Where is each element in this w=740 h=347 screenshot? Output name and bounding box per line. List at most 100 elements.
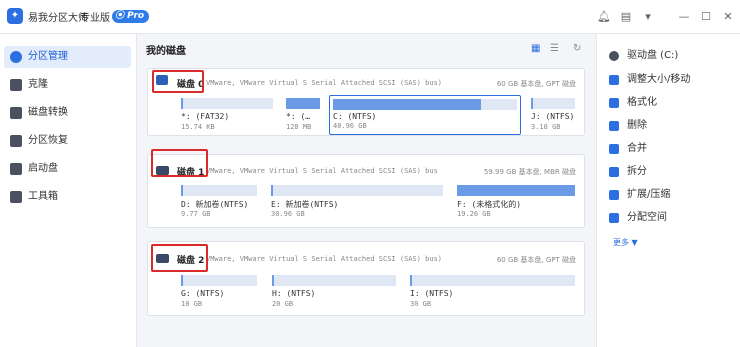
- disk-card-1[interactable]: 磁盘 1 VMware, VMware Virtual S Serial Att…: [147, 154, 585, 228]
- partition-size: 30.96 GB: [271, 210, 305, 218]
- partition-name: F: (未格式化的): [457, 200, 522, 209]
- pro-badge: ⦿ Pro: [112, 10, 150, 23]
- resize-move-button[interactable]: 调整大小/移动: [609, 72, 690, 88]
- sidebar-item-boot-disk[interactable]: 启动盘: [4, 158, 131, 180]
- sidebar-item-partition-recovery[interactable]: 分区恢复: [4, 130, 131, 152]
- maximize-icon[interactable]: ☐: [699, 10, 713, 24]
- partition-name: G: (NTFS): [181, 289, 225, 298]
- disk-description: VMware, VMware Virtual S Serial Attached…: [206, 167, 438, 175]
- trash-icon: [609, 121, 619, 131]
- more-actions-link[interactable]: 更多 ▼: [613, 237, 638, 248]
- annotation-highlight-disk-1: [151, 149, 208, 177]
- disk-card-0[interactable]: 磁盘 0 VMware, VMware Virtual S Serial Att…: [147, 68, 585, 136]
- partition-name: C: (NTFS): [333, 112, 377, 121]
- clone-icon: [10, 79, 22, 91]
- partition-name: J: (NTFS): [531, 112, 575, 121]
- partition-size: 9.77 GB: [181, 210, 211, 218]
- partition-bar: [181, 185, 257, 196]
- split-icon: [609, 167, 619, 177]
- partition-block[interactable]: F: (未格式化的) 19.26 GB: [457, 185, 575, 221]
- minimize-icon[interactable]: —: [677, 10, 691, 24]
- title-bar: ✦ 易我分区大师 专业版 ⦿ Pro 🔔︎ ▤ ▾ — ☐ ✕: [0, 0, 740, 34]
- selected-drive-label: 驱动盘 (C:): [609, 48, 678, 64]
- partition-used-fill: [457, 185, 575, 196]
- page-title: 我的磁盘: [146, 46, 186, 57]
- sidebar-item-partition-manager[interactable]: 分区管理: [4, 46, 131, 68]
- format-button[interactable]: 格式化: [609, 95, 657, 111]
- partition-size: 3.18 GB: [531, 123, 561, 131]
- partition-block[interactable]: *: (… 128 MB: [286, 98, 320, 134]
- partition-bar: [271, 185, 443, 196]
- partition-size: 40.96 GB: [333, 122, 367, 130]
- split-button[interactable]: 拆分: [609, 164, 647, 180]
- delete-button[interactable]: 删除: [609, 118, 647, 134]
- partition-name: E: 新加卷(NTFS): [271, 200, 339, 209]
- drive-icon: [609, 51, 619, 61]
- partition-block-selected[interactable]: C: (NTFS) 40.96 GB: [329, 95, 521, 135]
- disk-card-2[interactable]: 磁盘 2 VMware, VMware Virtual S Serial Att…: [147, 241, 585, 316]
- sidebar-item-toolbox[interactable]: 工具箱: [4, 186, 131, 208]
- partition-size: 15.74 KB: [181, 123, 215, 131]
- sidebar-item-label: 磁盘转换: [28, 107, 68, 118]
- sidebar-item-label: 启动盘: [28, 163, 58, 174]
- partition-block[interactable]: H: (NTFS) 20 GB: [272, 275, 396, 311]
- disk-description: VMware, VMware Virtual S Serial Attached…: [206, 255, 443, 263]
- pro-badge-label: Pro: [127, 11, 145, 21]
- partition-bar: [272, 275, 396, 286]
- sidebar-item-disk-convert[interactable]: 磁盘转换: [4, 102, 131, 124]
- sidebar-item-label: 克隆: [28, 79, 48, 90]
- resize-icon: [609, 75, 619, 85]
- partition-size: 19.26 GB: [457, 210, 491, 218]
- format-icon: [609, 98, 619, 108]
- boot-disk-icon: [10, 163, 22, 175]
- partition-used-fill: [410, 275, 412, 286]
- disk-meta: 60 GB 基本盘, GPT 磁盘: [496, 80, 576, 88]
- sidebar: 分区管理 克隆 磁盘转换 分区恢复 启动盘 工具箱: [0, 34, 137, 347]
- extend-icon: [609, 190, 619, 200]
- partition-used-fill: [272, 275, 274, 286]
- convert-icon: [10, 107, 22, 119]
- note-icon[interactable]: ▤: [619, 10, 633, 24]
- partition-used-fill: [531, 98, 533, 109]
- partition-bar: [410, 275, 575, 286]
- extend-shrink-button[interactable]: 扩展/压缩: [609, 187, 670, 203]
- partition-name: D: 新加卷(NTFS): [181, 200, 249, 209]
- partition-used-fill: [271, 185, 273, 196]
- disk-meta: 59.99 GB 基本盘, MBR 磁盘: [483, 168, 576, 176]
- dropdown-icon[interactable]: ▾: [641, 10, 655, 24]
- refresh-icon[interactable]: ↻: [573, 43, 581, 54]
- partition-block[interactable]: I: (NTFS) 30 GB: [410, 275, 575, 311]
- action-panel: 驱动盘 (C:) 调整大小/移动 格式化 删除 合并 拆分 扩展/压缩 分配空间…: [596, 34, 740, 347]
- annotation-highlight-disk-0: [152, 70, 204, 93]
- disk-description: VMware, VMware Virtual S Serial Attached…: [206, 79, 443, 87]
- sidebar-item-label: 分区管理: [28, 51, 68, 62]
- partition-block[interactable]: J: (NTFS) 3.18 GB: [531, 98, 575, 134]
- app-logo-icon: ✦: [7, 8, 23, 24]
- partition-used-fill: [181, 185, 183, 196]
- partition-used-fill: [181, 98, 183, 109]
- partition-block[interactable]: G: (NTFS) 10 GB: [181, 275, 257, 311]
- toolbox-icon: [10, 191, 22, 203]
- partition-size: 128 MB: [286, 123, 312, 131]
- partition-name: I: (NTFS): [410, 289, 454, 298]
- partition-name: *: (…: [286, 112, 311, 121]
- partition-name: H: (NTFS): [272, 289, 316, 298]
- pie-chart-icon: [10, 51, 22, 63]
- partition-bar: [531, 98, 575, 109]
- allocate-space-button[interactable]: 分配空间: [609, 210, 667, 226]
- partition-size: 30 GB: [410, 300, 432, 308]
- disk-meta: 60 GB 基本盘, GPT 磁盘: [496, 256, 576, 264]
- grid-view-icon[interactable]: ▦: [531, 43, 540, 54]
- recovery-icon: [10, 135, 22, 147]
- merge-button[interactable]: 合并: [609, 141, 647, 157]
- annotation-highlight-disk-2: [151, 244, 208, 272]
- list-view-icon[interactable]: ☰: [550, 43, 559, 54]
- partition-block[interactable]: *: (FAT32) 15.74 KB: [181, 98, 273, 134]
- partition-bar: [181, 98, 273, 109]
- bell-icon[interactable]: 🔔︎: [597, 10, 611, 24]
- partition-block[interactable]: E: 新加卷(NTFS) 30.96 GB: [271, 185, 443, 221]
- partition-block[interactable]: D: 新加卷(NTFS) 9.77 GB: [181, 185, 257, 221]
- close-icon[interactable]: ✕: [721, 10, 735, 24]
- partition-size: 20 GB: [272, 300, 294, 308]
- sidebar-item-clone[interactable]: 克隆: [4, 74, 131, 96]
